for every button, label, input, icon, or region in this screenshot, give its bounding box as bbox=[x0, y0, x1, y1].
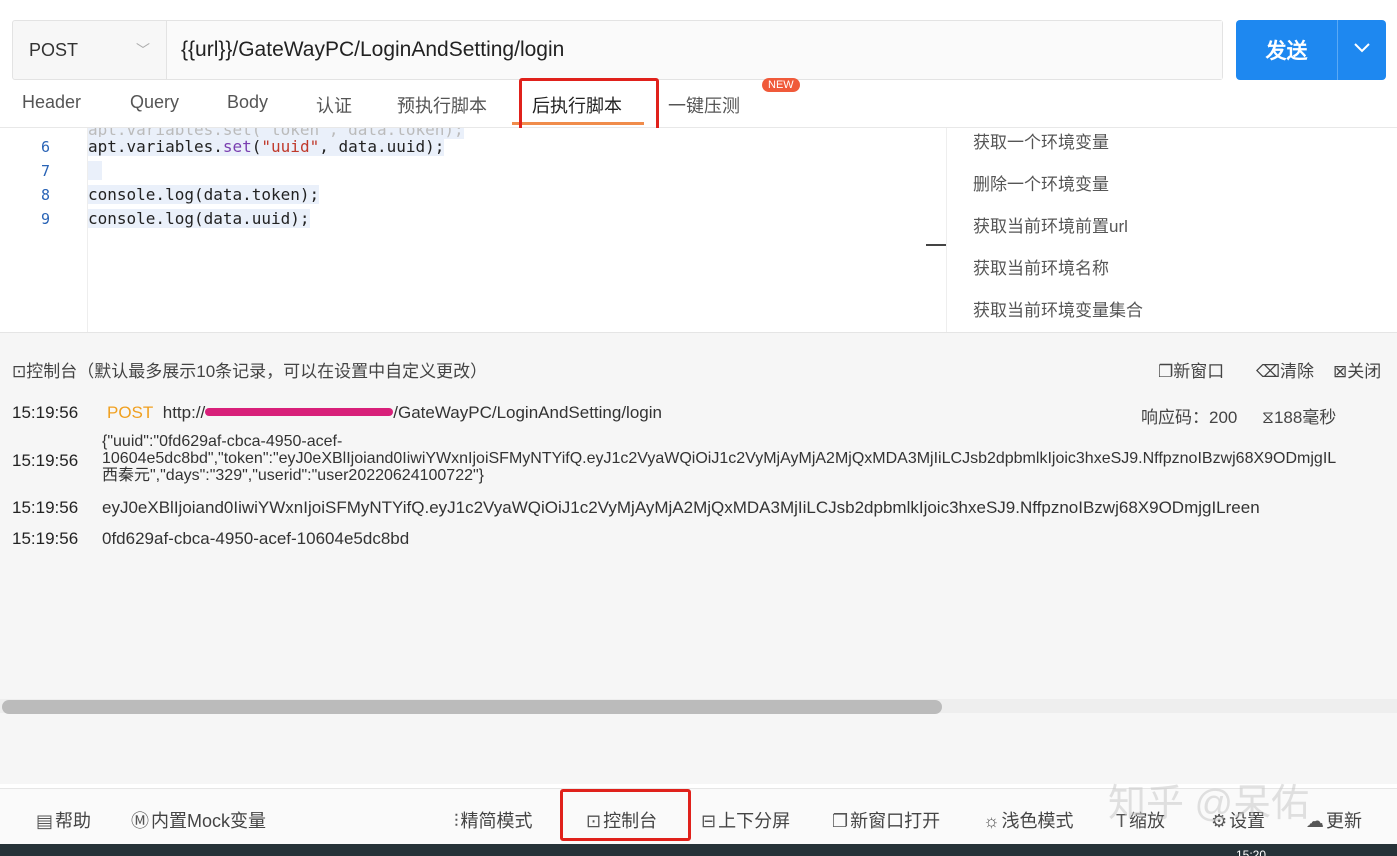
log-entry-response: {"uuid":"0fd629af-cbca-4950-acef- 10604e… bbox=[102, 433, 1337, 484]
log-entry-token: eyJ0eXBlIjoiand0IiwiYWxnIjoiSFMyNTYifQ.e… bbox=[102, 498, 1260, 517]
open-new-window-button[interactable]: ❐ 新窗口打开 bbox=[832, 807, 940, 833]
sun-icon: ☼ bbox=[983, 811, 1000, 831]
response-duration: ⧖188毫秒 bbox=[1262, 408, 1337, 427]
snippet-item[interactable]: 获取一个环境变量 bbox=[973, 128, 1109, 153]
taskbar-clock: 15:20 bbox=[1236, 848, 1267, 856]
window-icon: ❐ bbox=[1158, 362, 1174, 381]
method-select[interactable]: POST ﹀ bbox=[13, 21, 167, 79]
request-tabs: Header Query Body 认证 预执行脚本 后执行脚本 一键压测 bbox=[0, 82, 1397, 128]
chevron-down-icon: ﹀ bbox=[136, 42, 150, 58]
response-status: 响应码：200 bbox=[1141, 408, 1238, 427]
book-icon: ▤ bbox=[36, 811, 54, 831]
tab-pre-script[interactable]: 预执行脚本 bbox=[397, 92, 487, 118]
split-view-button[interactable]: ⊟ 上下分屏 bbox=[701, 807, 790, 833]
new-badge: NEW bbox=[762, 78, 800, 92]
hourglass-icon: ⧖ bbox=[1262, 408, 1274, 427]
snippet-item[interactable]: 获取当前环境前置url bbox=[973, 212, 1128, 237]
tab-body[interactable]: Body bbox=[227, 92, 268, 113]
console-clear-button[interactable]: ⌫清除 bbox=[1256, 357, 1314, 382]
compact-icon: ⫶ bbox=[454, 811, 459, 831]
snippet-list: 获取一个环境变量 删除一个环境变量 获取当前环境前置url 获取当前环境名称 获… bbox=[947, 128, 1397, 332]
window-icon: ❐ bbox=[832, 811, 849, 831]
code-line: console.log(data.token); bbox=[88, 185, 320, 204]
tab-query[interactable]: Query bbox=[130, 92, 179, 113]
send-button-group: 发送 bbox=[1236, 20, 1386, 80]
mock-icon: Ⓜ bbox=[131, 811, 149, 831]
log-entry-request: POST http:///GateWayPC/LoginAndSetting/l… bbox=[107, 403, 662, 422]
help-button[interactable]: ▤ 帮助 bbox=[36, 807, 91, 833]
compact-mode-button[interactable]: ⫶ 精简模式 bbox=[454, 807, 533, 833]
snippet-item[interactable]: 获取当前环境名称 bbox=[973, 254, 1109, 279]
script-editor[interactable]: apt.variables.set("token", data.token); … bbox=[0, 128, 946, 332]
tab-header[interactable]: Header bbox=[22, 92, 81, 113]
log-time: 15:19:56 bbox=[12, 498, 79, 517]
line-number: 6 bbox=[40, 138, 50, 156]
watermark: 知乎 @呆佑 bbox=[1108, 783, 1310, 825]
code-line bbox=[88, 161, 102, 180]
line-number: 8 bbox=[40, 186, 50, 204]
send-button[interactable]: 发送 bbox=[1236, 20, 1338, 80]
console-icon: ⊡ bbox=[12, 362, 27, 381]
method-label: POST bbox=[29, 39, 79, 60]
url-input[interactable]: {{url}}/GateWayPC/LoginAndSetting/login bbox=[167, 21, 1222, 79]
log-time: 15:19:56 bbox=[12, 403, 79, 422]
snippet-item[interactable]: 获取当前环境变量集合 bbox=[973, 296, 1143, 321]
line-number: 9 bbox=[40, 210, 50, 228]
console-title: ⊡控制台（默认最多展示10条记录，可以在设置中自定义更改） bbox=[12, 362, 488, 381]
tab-stress-test[interactable]: 一键压测 bbox=[668, 92, 740, 118]
eraser-icon: ⌫ bbox=[1256, 362, 1281, 381]
request-bar: POST ﹀ {{url}}/GateWayPC/LoginAndSetting… bbox=[12, 20, 1223, 80]
light-mode-button[interactable]: ☼ 浅色模式 bbox=[983, 807, 1074, 833]
log-entry-uuid: 0fd629af-cbca-4950-acef-10604e5dc8bd bbox=[102, 529, 410, 548]
chevron-down-icon bbox=[1353, 41, 1371, 59]
os-taskbar bbox=[0, 844, 1397, 856]
send-dropdown-button[interactable] bbox=[1338, 20, 1386, 80]
log-time: 15:19:56 bbox=[12, 529, 79, 548]
close-icon: ⊠ bbox=[1333, 362, 1348, 381]
highlight-box-console bbox=[560, 789, 691, 841]
code-line: console.log(data.uuid); bbox=[88, 209, 310, 228]
mock-variables-button[interactable]: Ⓜ 内置Mock变量 bbox=[131, 807, 266, 833]
tab-auth[interactable]: 认证 bbox=[316, 92, 352, 118]
line-number: 7 bbox=[40, 162, 50, 180]
redacted-mark bbox=[205, 408, 394, 417]
line-gutter bbox=[0, 128, 88, 332]
console-new-window-button[interactable]: ❐新窗口 bbox=[1158, 357, 1224, 382]
editor-scrollbar[interactable] bbox=[926, 244, 946, 246]
log-time: 15:19:56 bbox=[12, 451, 79, 470]
update-button[interactable]: ☁ 更新 bbox=[1306, 807, 1362, 833]
code-line: apt.variables.set("uuid", data.uuid); bbox=[88, 137, 445, 156]
console-scroll-thumb[interactable] bbox=[2, 700, 942, 714]
console-close-button[interactable]: ⊠关闭 bbox=[1333, 357, 1381, 382]
split-icon: ⊟ bbox=[701, 811, 717, 831]
snippet-item[interactable]: 删除一个环境变量 bbox=[973, 170, 1109, 195]
console-panel: ⊡控制台（默认最多展示10条记录，可以在设置中自定义更改） ❐新窗口 ⌫清除 ⊠… bbox=[0, 332, 1397, 784]
